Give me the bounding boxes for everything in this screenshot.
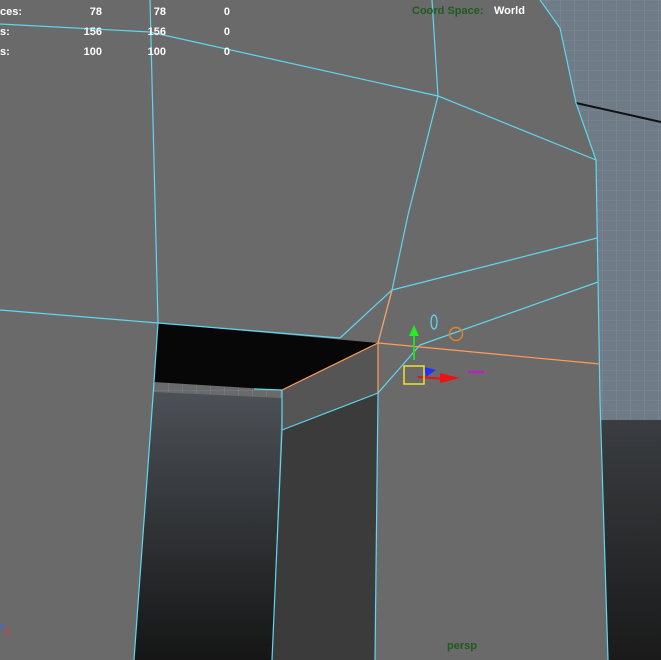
hud-value: 0 [223,6,230,18]
axis-x-label: x [6,626,11,636]
hud-row-verts: s: 100 100 0 [0,46,240,60]
mesh-right-side [600,420,661,660]
hud-value: 156 [147,26,166,38]
hud-label: s: [0,46,10,58]
3d-scene[interactable] [0,0,661,660]
hud-value: 78 [89,6,102,18]
coord-space-value: World [494,5,525,17]
maya-viewport[interactable]: ces: 78 78 0 s: 156 156 0 s: 100 100 0 C… [0,0,661,660]
hud-value: 100 [147,46,166,58]
hud-row-faces: ces: 78 78 0 [0,6,240,20]
hud-label: s: [0,26,10,38]
hud-label: ces: [0,6,23,18]
axis-z-label: z [0,621,5,631]
hud-value: 0 [223,26,230,38]
hud-value: 0 [223,46,230,58]
camera-name: persp [447,640,477,652]
coord-space-label: Coord Space: [412,5,484,17]
mesh-left-column [134,392,282,660]
hud-row-edges: s: 156 156 0 [0,26,240,40]
hud-value: 78 [153,6,166,18]
hud-value: 100 [83,46,102,58]
hud-value: 156 [83,26,102,38]
mesh-center-column [272,393,378,660]
